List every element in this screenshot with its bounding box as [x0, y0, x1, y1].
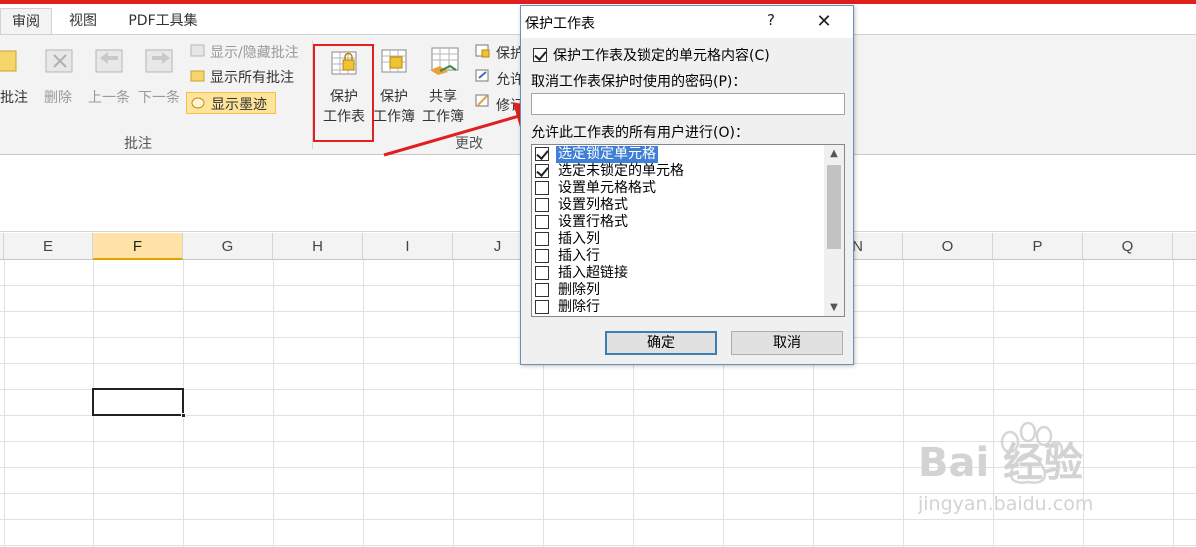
allow-users-label: 允许此工作表的所有用户进行(O)：	[531, 125, 749, 141]
permission-label: 插入超链接	[558, 265, 628, 281]
delete-comment-button[interactable]: 删除	[44, 87, 72, 107]
tab-review[interactable]: 审阅	[0, 8, 52, 34]
show-hide-comment-button[interactable]: 显示/隐藏批注	[210, 42, 299, 62]
grid-line	[4, 260, 5, 547]
scroll-down-icon[interactable]: ▼	[824, 299, 844, 316]
grid-line	[903, 260, 904, 547]
listbox-scrollbar[interactable]: ▲ ▼	[824, 145, 844, 316]
protect-sheet-label-1: 保护	[330, 89, 358, 105]
previous-comment-button[interactable]: 上一条	[88, 87, 130, 107]
comments-group-label: 批注	[124, 136, 152, 152]
permission-label: 插入列	[558, 231, 600, 247]
watermark-brand: Bai 经验	[918, 440, 1083, 486]
list-item[interactable]: 插入超链接	[534, 265, 824, 282]
ok-button[interactable]: 确定	[605, 331, 717, 355]
permission-checkbox[interactable]	[535, 266, 549, 280]
dialog-title: 保护工作表	[525, 16, 595, 32]
help-button[interactable]: ?	[761, 11, 781, 33]
permission-label: 设置单元格格式	[558, 180, 656, 196]
cancel-button[interactable]: 取消	[731, 331, 843, 355]
next-comment-icon	[145, 49, 173, 73]
permission-label: 设置行格式	[558, 214, 628, 230]
permission-checkbox[interactable]	[535, 232, 549, 246]
column-header-o[interactable]: O	[903, 233, 993, 260]
permission-checkbox[interactable]	[535, 283, 549, 297]
column-header-i[interactable]: I	[363, 233, 453, 260]
list-item[interactable]: 删除行	[534, 299, 824, 316]
close-icon[interactable]: ✕	[813, 11, 835, 33]
protect-sheet-checkbox[interactable]	[533, 48, 547, 62]
protect-sheet-icon	[331, 51, 357, 75]
column-header-p[interactable]: P	[993, 233, 1083, 260]
scroll-up-icon[interactable]: ▲	[824, 145, 844, 162]
show-all-comments-button[interactable]: 显示所有批注	[210, 67, 294, 87]
grid-line	[363, 260, 364, 547]
share-workbook-icon	[430, 47, 459, 75]
show-ink-label: 显示墨迹	[211, 97, 267, 113]
active-cell-selection[interactable]	[92, 388, 186, 418]
watermark-domain: jingyan.baidu.com	[918, 493, 1093, 515]
permission-checkbox[interactable]	[535, 300, 549, 314]
list-item[interactable]: 选定未锁定的单元格	[534, 163, 824, 180]
column-header-q[interactable]: Q	[1083, 233, 1173, 260]
permission-checkbox[interactable]	[535, 147, 549, 161]
protect-sheet-button[interactable]: 保护 工作表	[313, 44, 374, 142]
list-item[interactable]: 设置单元格格式	[534, 180, 824, 197]
permission-label: 删除列	[558, 282, 600, 298]
column-header-e[interactable]: E	[4, 233, 93, 260]
tab-view[interactable]: 视图	[58, 8, 108, 34]
permission-checkbox[interactable]	[535, 198, 549, 212]
permission-checkbox[interactable]	[535, 215, 549, 229]
baidu-jingyan-watermark: Bai 经验 jingyan.baidu.com	[917, 420, 1178, 530]
permission-label: 删除行	[558, 299, 600, 315]
list-item[interactable]: 插入行	[534, 248, 824, 265]
protect-sheet-label-2: 工作表	[323, 109, 365, 125]
column-header-g[interactable]: G	[183, 233, 273, 260]
grid-line	[273, 260, 274, 547]
tab-pdf-tools[interactable]: PDF工具集	[118, 8, 208, 34]
dialog-title-bar[interactable]: 保护工作表 ? ✕	[521, 6, 853, 38]
list-item[interactable]: 设置行格式	[534, 214, 824, 231]
fill-handle[interactable]	[181, 413, 186, 418]
protect-share-icon	[475, 44, 490, 58]
next-comment-button[interactable]: 下一条	[138, 87, 180, 107]
list-item[interactable]: 删除列	[534, 282, 824, 299]
column-header-f[interactable]: F	[93, 233, 183, 260]
column-header-h[interactable]: H	[273, 233, 363, 260]
delete-comment-icon	[45, 49, 73, 73]
permissions-listbox[interactable]: 选定锁定单元格 选定未锁定的单元格 设置单元格格式 设置列格式 设置行格式 插入…	[531, 144, 845, 317]
scroll-thumb[interactable]	[827, 165, 841, 249]
protect-workbook-icon	[381, 49, 407, 73]
previous-comment-icon	[95, 49, 123, 73]
permission-checkbox[interactable]	[535, 181, 549, 195]
list-item[interactable]: 选定锁定单元格	[534, 146, 824, 163]
permission-label: 选定未锁定的单元格	[558, 163, 684, 179]
permission-label: 插入行	[558, 248, 600, 264]
show-ink-button[interactable]: 显示墨迹	[186, 92, 276, 114]
permission-label: 选定锁定单元格	[556, 146, 658, 163]
new-comment-icon	[0, 50, 17, 72]
protect-sheet-dialog: 保护工作表 ? ✕ 保护工作表及锁定的单元格内容(C) 取消工作表保护时使用的密…	[520, 5, 854, 365]
grid-line	[453, 260, 454, 547]
new-comment-button[interactable]: 批注	[0, 87, 28, 107]
baidu-paw-logo: Bai 经验 jingyan.baidu.com	[917, 421, 1093, 515]
password-input[interactable]	[531, 93, 845, 115]
ink-icon	[191, 97, 205, 109]
show-all-comments-icon	[190, 70, 205, 82]
permission-checkbox[interactable]	[535, 249, 549, 263]
permission-label: 设置列格式	[558, 197, 628, 213]
show-hide-comment-icon	[190, 44, 205, 57]
password-label: 取消工作表保护时使用的密码(P)：	[531, 74, 747, 90]
permission-checkbox[interactable]	[535, 164, 549, 178]
list-item[interactable]: 插入列	[534, 231, 824, 248]
list-item[interactable]: 设置列格式	[534, 197, 824, 214]
allow-edit-ranges-icon	[475, 69, 489, 82]
protect-sheet-checkbox-label: 保护工作表及锁定的单元格内容(C)	[553, 48, 770, 64]
column-header-next	[1173, 233, 1196, 260]
